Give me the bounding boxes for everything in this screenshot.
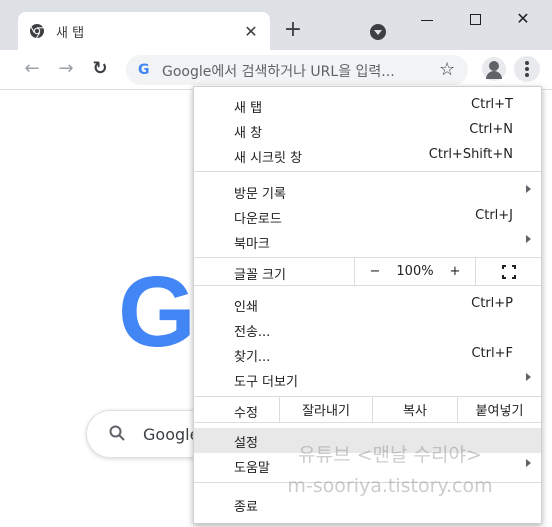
google-logo: G xyxy=(118,256,196,368)
menu-item-print[interactable]: 인쇄 Ctrl+P xyxy=(194,292,541,317)
menu-item-settings[interactable]: 설정 xyxy=(194,428,541,453)
profile-avatar-icon[interactable] xyxy=(482,57,506,81)
menu-item-label: 설정 xyxy=(234,436,258,451)
menu-item-shortcut: Ctrl+Shift+N xyxy=(428,147,513,162)
menu-item-shortcut: Ctrl+T xyxy=(471,97,513,112)
tab-search-icon[interactable] xyxy=(370,24,386,40)
menu-divider xyxy=(194,171,541,172)
chrome-menu: 새 탭 Ctrl+T 새 창 Ctrl+N 새 시크릿 창 Ctrl+Shift… xyxy=(193,86,542,524)
menu-edit-row: 수정 잘라내기 복사 붙여넣기 xyxy=(194,397,541,422)
chrome-icon xyxy=(30,24,44,39)
reload-button[interactable]: ↻ xyxy=(90,60,110,80)
tab-close-icon[interactable]: ✕ xyxy=(242,22,260,41)
zoom-controls: − 100% + xyxy=(354,258,541,285)
paste-button[interactable]: 붙여넣기 xyxy=(457,397,541,422)
menu-item-shortcut: Ctrl+N xyxy=(469,122,513,137)
zoom-label: 글꼴 크기 xyxy=(234,268,286,283)
new-tab-button[interactable]: + xyxy=(282,19,304,42)
zoom-out-button[interactable]: − xyxy=(355,258,395,285)
menu-item-label: 다운로드 xyxy=(234,212,282,227)
menu-item-label: 새 시크릿 창 xyxy=(234,151,303,166)
address-bar[interactable]: G Google에서 검색하거나 URL을 입력... ☆ xyxy=(126,55,468,85)
maximize-icon xyxy=(470,14,481,25)
search-icon xyxy=(109,425,125,441)
address-bar-placeholder: Google에서 검색하거나 URL을 입력... xyxy=(162,64,395,80)
menu-item-new-tab[interactable]: 새 탭 Ctrl+T xyxy=(194,93,541,118)
menu-divider xyxy=(194,422,541,423)
tab-title: 새 탭 xyxy=(56,26,85,41)
google-icon: G xyxy=(138,62,150,78)
menu-item-label: 인쇄 xyxy=(234,300,258,315)
menu-item-label: 종료 xyxy=(234,500,258,515)
menu-divider xyxy=(194,285,541,286)
zoom-in-button[interactable]: + xyxy=(435,258,475,285)
submenu-arrow-icon xyxy=(526,235,531,243)
menu-item-label: 새 창 xyxy=(234,126,263,141)
menu-item-help[interactable]: 도움말 xyxy=(194,453,541,478)
menu-item-label: 새 탭 xyxy=(234,101,263,116)
menu-item-shortcut: Ctrl+F xyxy=(471,346,513,361)
tab-new-tab[interactable]: 새 탭 ✕ xyxy=(18,12,270,50)
fullscreen-button[interactable] xyxy=(475,258,542,285)
menu-item-exit[interactable]: 종료 xyxy=(194,492,541,517)
submenu-arrow-icon xyxy=(526,459,531,467)
copy-button[interactable]: 복사 xyxy=(372,397,457,422)
menu-divider xyxy=(194,482,541,483)
forward-button[interactable]: → xyxy=(56,60,76,80)
menu-item-shortcut: Ctrl+J xyxy=(475,208,513,223)
edit-label: 수정 xyxy=(234,406,258,421)
menu-item-label: 전송... xyxy=(234,325,271,340)
menu-zoom-row: 글꼴 크기 − 100% + xyxy=(194,258,541,285)
cut-button[interactable]: 잘라내기 xyxy=(279,397,372,422)
bookmark-star-icon[interactable]: ☆ xyxy=(439,59,455,80)
menu-item-history[interactable]: 방문 기록 xyxy=(194,179,541,204)
submenu-arrow-icon xyxy=(526,185,531,193)
menu-item-bookmarks[interactable]: 북마크 xyxy=(194,229,541,254)
menu-item-find[interactable]: 찾기... Ctrl+F xyxy=(194,342,541,367)
minimize-icon xyxy=(421,20,433,21)
menu-item-label: 방문 기록 xyxy=(234,187,286,202)
menu-item-shortcut: Ctrl+P xyxy=(471,296,513,311)
zoom-level: 100% xyxy=(396,264,434,279)
fullscreen-icon xyxy=(502,264,516,279)
toolbar: ← → ↻ G Google에서 검색하거나 URL을 입력... ☆ xyxy=(0,50,552,90)
menu-item-more-tools[interactable]: 도구 더보기 xyxy=(194,367,541,392)
menu-item-label: 도구 더보기 xyxy=(234,375,298,390)
menu-kebab-icon[interactable] xyxy=(514,56,540,82)
menu-item-label: 도움말 xyxy=(234,461,270,476)
menu-item-incognito[interactable]: 새 시크릿 창 Ctrl+Shift+N xyxy=(194,143,541,168)
window-close-button[interactable]: ✕ xyxy=(510,8,536,30)
minimize-button[interactable] xyxy=(414,8,440,30)
maximize-button[interactable] xyxy=(462,8,488,30)
menu-item-label: 북마크 xyxy=(234,237,270,252)
submenu-arrow-icon xyxy=(526,373,531,381)
menu-item-downloads[interactable]: 다운로드 Ctrl+J xyxy=(194,204,541,229)
menu-item-label: 찾기... xyxy=(234,350,271,365)
search-box-text: Google xyxy=(143,425,200,444)
menu-item-new-window[interactable]: 새 창 Ctrl+N xyxy=(194,118,541,143)
back-button[interactable]: ← xyxy=(22,60,42,80)
title-bar: 새 탭 ✕ + ✕ xyxy=(0,0,552,50)
menu-item-cast[interactable]: 전송... xyxy=(194,317,541,342)
